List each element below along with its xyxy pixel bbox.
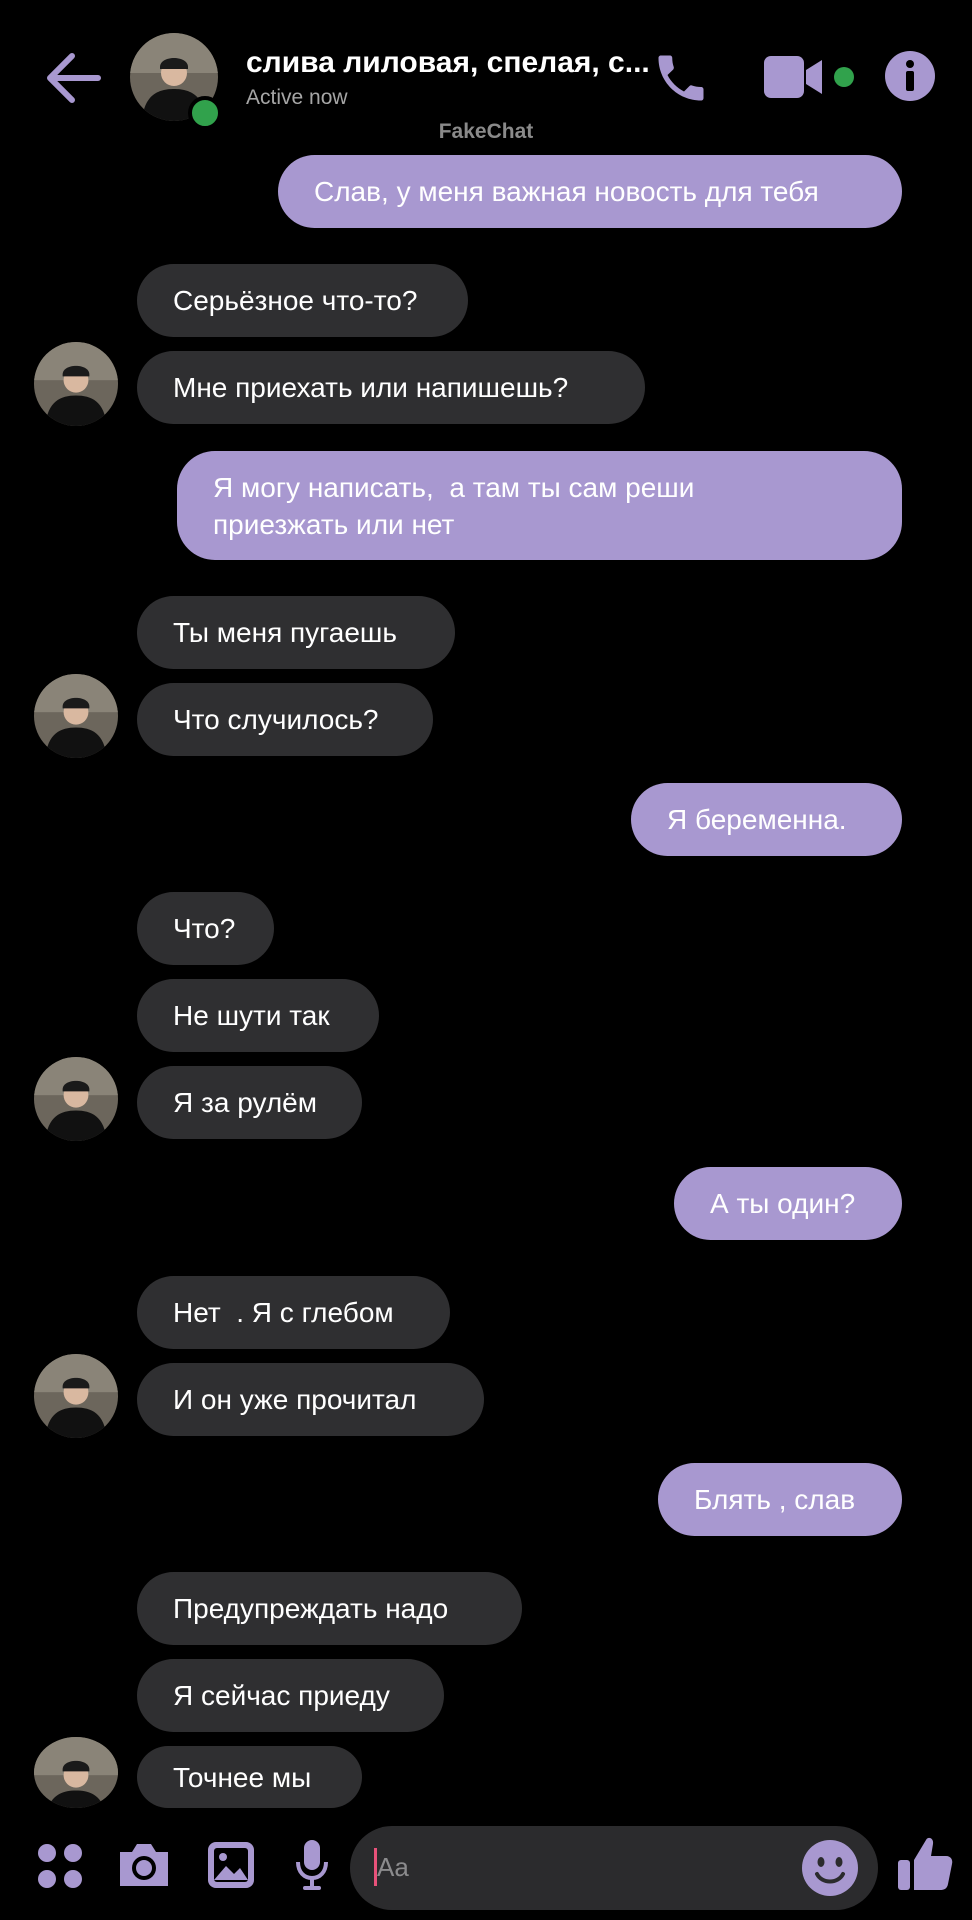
incoming-message[interactable]: И он уже прочитал [137,1363,484,1436]
contact-avatar-small[interactable] [34,1737,118,1808]
emoji-icon[interactable] [800,1838,860,1898]
video-camera-icon[interactable] [764,54,826,100]
contact-name[interactable]: слива лиловая, спелая, с... [246,46,650,80]
presence-status: Active now [246,86,348,109]
contact-avatar-small[interactable] [34,1057,118,1141]
incoming-message[interactable]: Что? [137,892,274,965]
message-input[interactable] [377,1848,777,1886]
camera-icon[interactable] [116,1840,172,1890]
incoming-message[interactable]: Я за рулём [137,1066,362,1139]
incoming-message[interactable]: Серьёзное что-то? [137,264,468,337]
phone-icon[interactable] [650,48,712,108]
apps-grid-icon[interactable] [36,1842,84,1890]
thumbs-up-icon[interactable] [896,1834,954,1894]
outgoing-message[interactable]: А ты один? [674,1167,902,1240]
contact-avatar-small[interactable] [34,674,118,758]
active-call-indicator [834,67,854,87]
incoming-message[interactable]: Точнее мы [137,1746,362,1808]
incoming-message[interactable]: Нет . Я с глебом [137,1276,450,1349]
outgoing-message[interactable]: Слав, у меня важная новость для тебя [278,155,902,228]
incoming-message[interactable]: Ты меня пугаешь [137,596,455,669]
incoming-message[interactable]: Предупреждать надо [137,1572,522,1645]
watermark: FakeChat [438,120,534,143]
back-arrow-icon[interactable] [44,50,104,106]
microphone-icon[interactable] [294,1838,330,1892]
incoming-message[interactable]: Я сейчас приеду [137,1659,444,1732]
info-icon[interactable] [884,50,936,102]
contact-avatar-small[interactable] [34,1354,118,1438]
contact-avatar-small[interactable] [34,342,118,426]
gallery-icon[interactable] [206,1840,256,1890]
outgoing-message[interactable]: Я беременна. [631,783,902,856]
incoming-message[interactable]: Мне приехать или напишешь? [137,351,645,424]
incoming-message[interactable]: Не шути так [137,979,379,1052]
incoming-message[interactable]: Что случилось? [137,683,433,756]
outgoing-message[interactable]: Я могу написать, а там ты сам реши приез… [177,451,902,560]
outgoing-message[interactable]: Блять , слав [658,1463,902,1536]
